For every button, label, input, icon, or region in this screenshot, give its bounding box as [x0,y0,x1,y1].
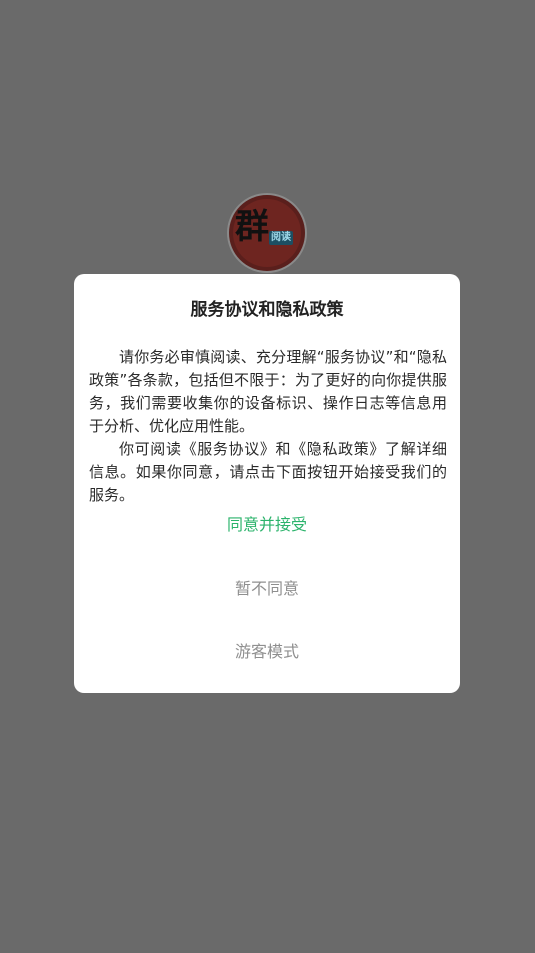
logo-sub-text: 阅读 [269,231,293,245]
dialog-paragraph-1: 请你务必审慎阅读、充分理解“服务协议”和“隐私政策”各条款，包括但不限于：为了更… [89,348,447,435]
app-logo: 群 阅读 [229,195,305,271]
privacy-dialog: 服务协议和隐私政策 请你务必审慎阅读、充分理解“服务协议”和“隐私政策”各条款，… [74,274,460,693]
disagree-button[interactable]: 暂不同意 [74,578,460,600]
logo-main-char: 群 [235,207,269,247]
dialog-paragraph-2: 你可阅读《服务协议》和《隐私政策》了解详细信息。如果你同意，请点击下面按钮开始接… [89,440,447,504]
dialog-title: 服务协议和隐私政策 [190,300,344,320]
dialog-body: 请你务必审慎阅读、充分理解“服务协议”和“隐私政策”各条款，包括但不限于：为了更… [89,346,447,507]
agree-button[interactable]: 同意并接受 [74,514,460,536]
guest-mode-button[interactable]: 游客模式 [74,641,460,663]
